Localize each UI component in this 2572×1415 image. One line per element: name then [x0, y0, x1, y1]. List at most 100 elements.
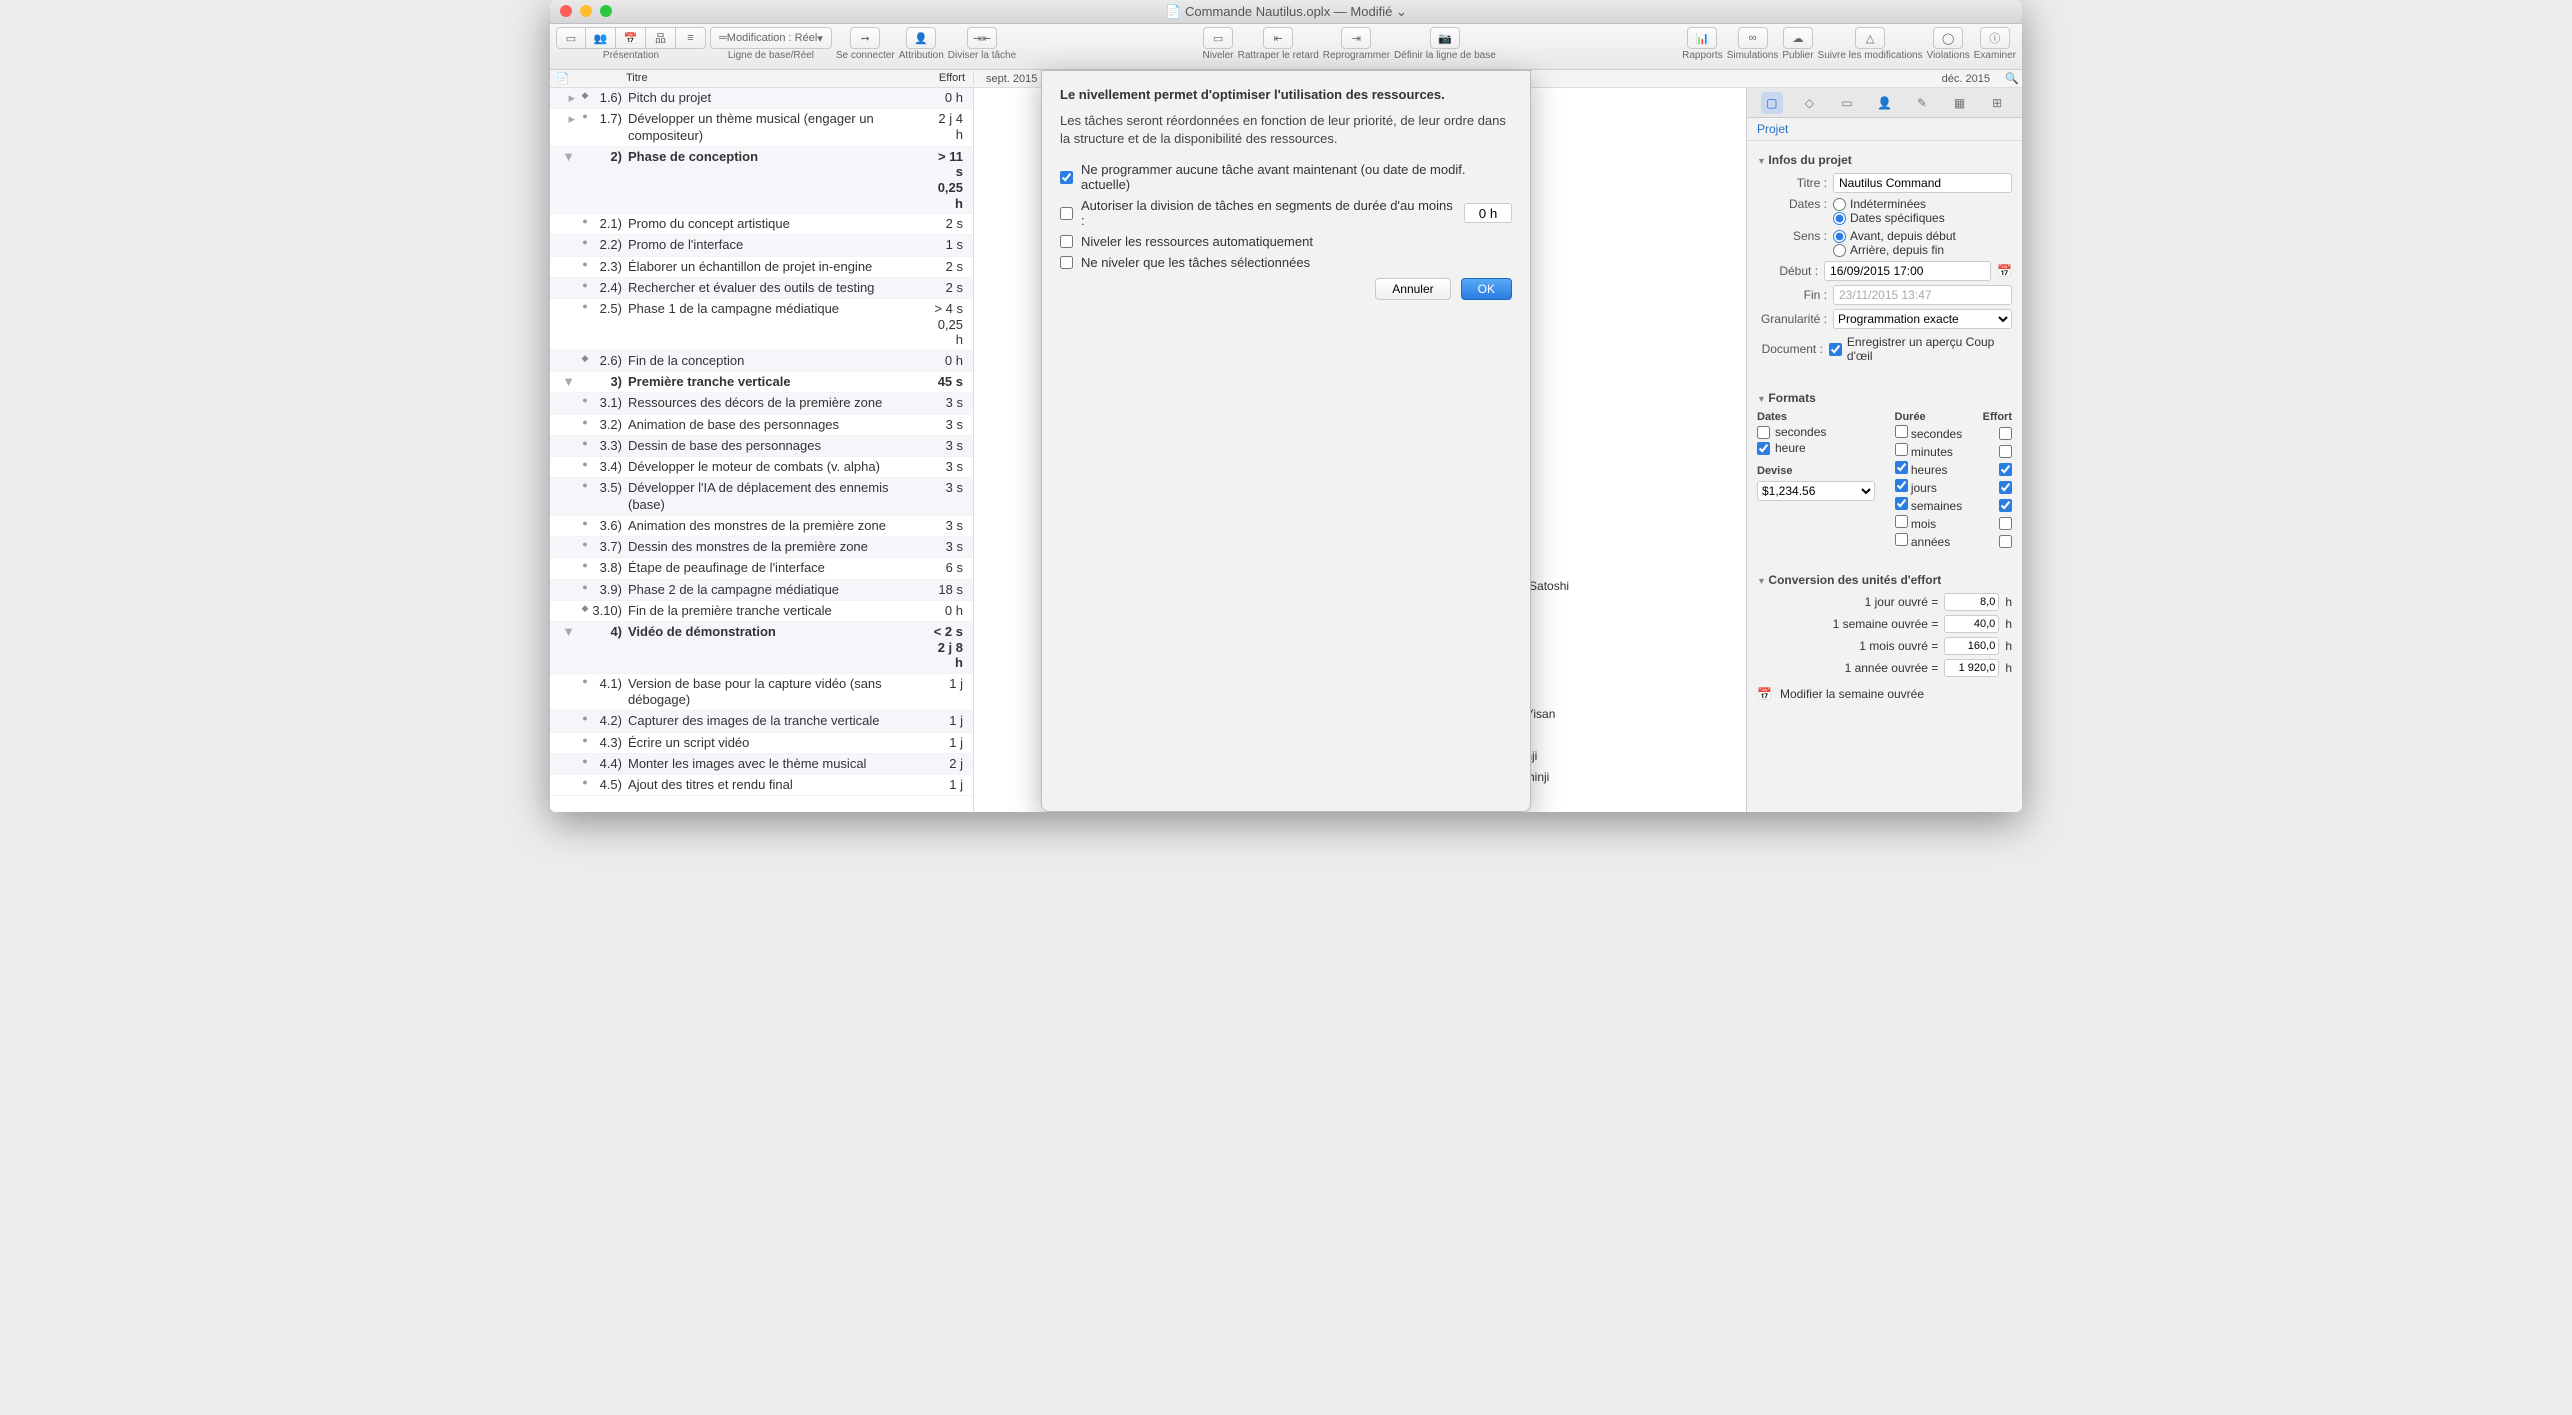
task-title[interactable]: Monter les images avec le thème musical: [628, 756, 917, 772]
cancel-button[interactable]: Annuler: [1375, 278, 1450, 300]
cb-no-before-now[interactable]: [1060, 171, 1073, 184]
col-title[interactable]: Titre: [576, 72, 913, 85]
task-row[interactable]: ●3.1)Ressources des décors de la premièr…: [550, 393, 973, 414]
task-row[interactable]: ●3.8)Étape de peaufinage de l'interface6…: [550, 558, 973, 579]
task-effort[interactable]: 1 j: [917, 777, 973, 793]
tab-milestones[interactable]: ◇: [1798, 92, 1820, 114]
start-date-input[interactable]: [1824, 261, 1991, 281]
disclosure-icon[interactable]: ▼: [550, 149, 578, 164]
task-row[interactable]: ●2.4)Rechercher et évaluer des outils de…: [550, 278, 973, 299]
conv-day-input[interactable]: [1944, 593, 1999, 611]
task-outline[interactable]: ▸◆1.6)Pitch du projet0 h▸●1.7)Développer…: [550, 88, 974, 812]
task-title[interactable]: Développer le moteur de combats (v. alph…: [628, 459, 917, 475]
task-row[interactable]: ●4.1)Version de base pour la capture vid…: [550, 674, 973, 712]
task-title[interactable]: Animation des monstres de la première zo…: [628, 518, 917, 534]
project-title-input[interactable]: [1833, 173, 2012, 193]
task-effort[interactable]: 1 j: [917, 735, 973, 751]
task-effort[interactable]: 3 s: [917, 438, 973, 454]
task-effort[interactable]: < 2 s 2 j 8 h: [917, 624, 973, 671]
task-row[interactable]: ●4.2)Capturer des images de la tranche v…: [550, 711, 973, 732]
notes-column-icon[interactable]: 📄: [550, 72, 576, 85]
task-row[interactable]: ▼2)Phase de conception> 11 s 0,25 h: [550, 147, 973, 214]
inspect-button[interactable]: ⓘ: [1980, 27, 2010, 49]
tab-task[interactable]: ▭: [1836, 92, 1858, 114]
task-effort[interactable]: 3 s: [917, 518, 973, 534]
task-row[interactable]: ●3.5)Développer l'IA de déplacement des …: [550, 478, 973, 516]
task-title[interactable]: Animation de base des personnages: [628, 417, 917, 433]
task-effort[interactable]: 2 s: [917, 259, 973, 275]
ok-button[interactable]: OK: [1461, 278, 1512, 300]
task-title[interactable]: Fin de la conception: [628, 353, 917, 369]
task-effort[interactable]: 0 h: [917, 90, 973, 106]
task-title[interactable]: Phase 1 de la campagne médiatique: [628, 301, 917, 317]
task-title[interactable]: Étape de peaufinage de l'interface: [628, 560, 917, 576]
fmt-hour-checkbox[interactable]: heure: [1757, 441, 1875, 455]
task-row[interactable]: ◆3.10)Fin de la première tranche vertica…: [550, 601, 973, 622]
task-effort[interactable]: 45 s: [917, 374, 973, 390]
task-row[interactable]: ▸●1.7)Développer un thème musical (engag…: [550, 109, 973, 147]
simulations-button[interactable]: ∞: [1738, 27, 1768, 49]
task-row[interactable]: ●2.2)Promo de l'interface1 s: [550, 235, 973, 256]
task-row[interactable]: ●2.1)Promo du concept artistique2 s: [550, 214, 973, 235]
task-row[interactable]: ◆2.6)Fin de la conception0 h: [550, 351, 973, 372]
task-title[interactable]: Développer l'IA de déplacement des ennem…: [628, 480, 917, 513]
task-title[interactable]: Élaborer un échantillon de projet in-eng…: [628, 259, 917, 275]
quicklook-checkbox[interactable]: Enregistrer un aperçu Coup d'œil: [1829, 335, 2012, 363]
tab-project[interactable]: ▢: [1761, 92, 1783, 114]
task-title[interactable]: Écrire un script vidéo: [628, 735, 917, 751]
view-gantt-button[interactable]: ▭: [556, 27, 586, 49]
disclosure-icon[interactable]: ▸: [550, 111, 578, 127]
task-title[interactable]: Phase de conception: [628, 149, 917, 165]
catchup-button[interactable]: ⇤: [1263, 27, 1293, 49]
task-effort[interactable]: 2 j: [917, 756, 973, 772]
task-title[interactable]: Ajout des titres et rendu final: [628, 777, 917, 793]
conv-year-input[interactable]: [1944, 659, 1999, 677]
view-calendar-button[interactable]: 📅: [616, 27, 646, 49]
task-row[interactable]: ●2.3)Élaborer un échantillon de projet i…: [550, 257, 973, 278]
publish-button[interactable]: ☁: [1783, 27, 1813, 49]
task-title[interactable]: Vidéo de démonstration: [628, 624, 917, 640]
minimize-icon[interactable]: [580, 5, 592, 17]
task-title[interactable]: Phase 2 de la campagne médiatique: [628, 582, 917, 598]
calendar-icon[interactable]: 📅: [1997, 264, 2012, 278]
edit-workweek-link[interactable]: Modifier la semaine ouvrée: [1780, 687, 1924, 701]
currency-select[interactable]: $1,234.56: [1757, 481, 1875, 501]
task-title[interactable]: Première tranche verticale: [628, 374, 917, 390]
zoom-icon[interactable]: 🔍: [2002, 72, 2022, 85]
task-title[interactable]: Dessin des monstres de la première zone: [628, 539, 917, 555]
tab-cols[interactable]: ▦: [1949, 92, 1971, 114]
task-row[interactable]: ●4.4)Monter les images avec le thème mus…: [550, 754, 973, 775]
reschedule-button[interactable]: ⇥: [1341, 27, 1371, 49]
task-effort[interactable]: 3 s: [917, 480, 973, 496]
tab-custom[interactable]: ⊞: [1986, 92, 2008, 114]
disclosure-icon[interactable]: ▼: [550, 624, 578, 639]
task-effort[interactable]: 0 h: [917, 603, 973, 619]
col-effort[interactable]: Effort: [913, 72, 973, 85]
dates-specific-radio[interactable]: Dates spécifiques: [1833, 211, 1945, 225]
task-title[interactable]: Dessin de base des personnages: [628, 438, 917, 454]
attribution-button[interactable]: 👤: [906, 27, 936, 49]
direction-forward-radio[interactable]: Avant, depuis début: [1833, 229, 1956, 243]
task-row[interactable]: ▼3)Première tranche verticale45 s: [550, 372, 973, 393]
task-row[interactable]: ●4.5)Ajout des titres et rendu final1 j: [550, 775, 973, 796]
task-effort[interactable]: 6 s: [917, 560, 973, 576]
reports-button[interactable]: 📊: [1687, 27, 1717, 49]
direction-backward-radio[interactable]: Arrière, depuis fin: [1833, 243, 1956, 257]
set-baseline-button[interactable]: 📷: [1430, 27, 1460, 49]
task-title[interactable]: Version de base pour la capture vidéo (s…: [628, 676, 917, 709]
task-effort[interactable]: > 11 s 0,25 h: [917, 149, 973, 211]
granularity-select[interactable]: Programmation exacte: [1833, 309, 2012, 329]
cb-auto-level[interactable]: [1060, 235, 1073, 248]
disclosure-icon[interactable]: ▼: [550, 374, 578, 389]
task-effort[interactable]: 1 s: [917, 237, 973, 253]
task-row[interactable]: ●3.3)Dessin de base des personnages3 s: [550, 436, 973, 457]
task-row[interactable]: ▸◆1.6)Pitch du projet0 h: [550, 88, 973, 109]
conv-month-input[interactable]: [1944, 637, 1999, 655]
cb-allow-split[interactable]: [1060, 207, 1073, 220]
violations-button[interactable]: ◯: [1933, 27, 1963, 49]
task-effort[interactable]: > 4 s 0,25 h: [917, 301, 973, 348]
task-row[interactable]: ●2.5)Phase 1 de la campagne médiatique> …: [550, 299, 973, 351]
zoom-icon[interactable]: [600, 5, 612, 17]
tab-resource[interactable]: 👤: [1873, 92, 1895, 114]
task-title[interactable]: Promo du concept artistique: [628, 216, 917, 232]
